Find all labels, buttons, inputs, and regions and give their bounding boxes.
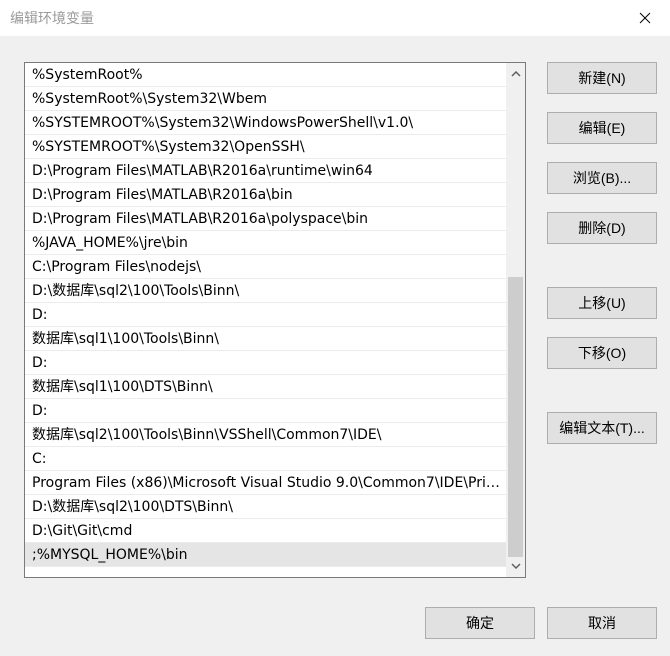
chevron-up-icon: [510, 71, 521, 77]
path-row[interactable]: C:: [25, 447, 506, 471]
path-row[interactable]: 数据库\sql1\100\Tools\Binn\: [25, 327, 506, 351]
path-row[interactable]: 数据库\sql1\100\DTS\Binn\: [25, 375, 506, 399]
path-row[interactable]: %SystemRoot%\System32\Wbem: [25, 87, 506, 111]
scroll-up-button[interactable]: [506, 63, 525, 85]
move-up-button[interactable]: 上移(U): [547, 287, 657, 319]
scrollbar-thumb[interactable]: [508, 277, 523, 557]
path-rows: %SystemRoot% %SystemRoot%\System32\Wbem %S…: [25, 63, 506, 567]
path-row[interactable]: D:: [25, 351, 506, 375]
path-row[interactable]: D:\数据库\sql2\100\DTS\Binn\: [25, 495, 506, 519]
path-row[interactable]: Program Files (x86)\Microsoft Visual Stu…: [25, 471, 506, 495]
path-row[interactable]: ;%MYSQL_HOME%\bin: [25, 543, 506, 567]
browse-button[interactable]: 浏览(B)...: [547, 162, 657, 194]
path-row[interactable]: 数据库\sql2\100\Tools\Binn\VSShell\Common7\…: [25, 423, 506, 447]
path-row[interactable]: %SYSTEMROOT%\System32\OpenSSH\: [25, 135, 506, 159]
chevron-down-icon: [510, 563, 521, 569]
close-icon: [639, 12, 651, 24]
vertical-scrollbar[interactable]: [506, 63, 525, 577]
path-row[interactable]: %SystemRoot%: [25, 63, 506, 87]
window-title: 编辑环境变量: [10, 11, 94, 27]
cancel-button[interactable]: 取消: [547, 607, 657, 639]
new-button[interactable]: 新建(N): [547, 62, 657, 94]
path-row[interactable]: D:\数据库\sql2\100\Tools\Binn\: [25, 279, 506, 303]
close-button[interactable]: [620, 0, 670, 36]
path-list[interactable]: %SystemRoot% %SystemRoot%\System32\Wbem %S…: [24, 62, 526, 578]
path-row[interactable]: %JAVA_HOME%\jre\bin: [25, 231, 506, 255]
path-row[interactable]: D:\Program Files\MATLAB\R2016a\bin: [25, 183, 506, 207]
move-down-button[interactable]: 下移(O): [547, 337, 657, 369]
path-row[interactable]: D:\Program Files\MATLAB\R2016a\polyspace…: [25, 207, 506, 231]
path-row[interactable]: D:: [25, 303, 506, 327]
path-row[interactable]: D:: [25, 399, 506, 423]
path-row[interactable]: D:\Program Files\MATLAB\R2016a\runtime\w…: [25, 159, 506, 183]
path-row[interactable]: C:\Program Files\nodejs\: [25, 255, 506, 279]
ok-button[interactable]: 确定: [425, 607, 535, 639]
edit-text-button[interactable]: 编辑文本(T)...: [547, 412, 657, 444]
scroll-down-button[interactable]: [506, 555, 525, 577]
path-row[interactable]: D:\Git\Git\cmd: [25, 519, 506, 543]
path-row[interactable]: %SYSTEMROOT%\System32\WindowsPowerShell\…: [25, 111, 506, 135]
delete-button[interactable]: 删除(D): [547, 212, 657, 244]
title-bar: 编辑环境变量: [0, 0, 670, 36]
edit-button[interactable]: 编辑(E): [547, 112, 657, 144]
